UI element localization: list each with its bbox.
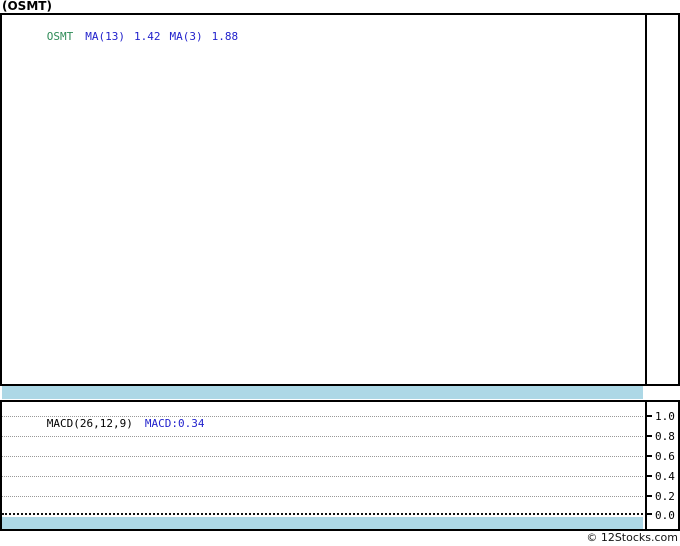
macd-axis-label: 0.6 [655,450,675,463]
macd-gridline-0.8 [2,436,643,437]
macd-date-axis-band [2,517,643,529]
macd-axis-tickmark [645,513,652,515]
macd-legend: MACD(26,12,9) MACD:0.34 [7,404,205,443]
macd-gridline-0.6 [2,456,643,457]
macd-axis-label: 0.0 [655,509,675,522]
macd-gridline-1.0 [2,416,643,417]
macd-axis-label: 0.4 [655,470,675,483]
ma3-value: 1.88 [211,30,239,43]
ma13-label: MA(13) [85,30,125,43]
copyright-text: © 12Stocks.com [586,531,678,544]
macd-gridline-0.4 [2,476,643,477]
price-axis-separator [645,15,647,384]
ma13-value: 1.42 [134,30,161,43]
price-chart-panel: OSMT MA(13) 1.42 MA(3) 1.88 [0,13,680,386]
macd-axis-label: 0.2 [655,490,675,503]
macd-legend-label: MACD(26,12,9) [46,417,133,430]
stock-chart-page: (OSMT) OSMT MA(13) 1.42 MA(3) 1.88 MACD(26,1… [0,0,680,546]
ticker-symbol: OSMT [46,30,74,43]
macd-axis-tickmark [645,495,652,497]
page-title: (OSMT) [2,0,52,13]
macd-axis-separator [645,402,647,529]
macd-axis-tickmark [645,435,652,437]
macd-axis-label: 1.0 [655,410,675,423]
macd-axis-label: 0.8 [655,430,675,443]
macd-axis-tickmark [645,455,652,457]
macd-axis-tickmark [645,415,652,417]
price-date-axis-band [2,386,643,399]
ma3-label: MA(3) [169,30,203,43]
macd-legend-value: MACD:0.34 [144,417,205,430]
macd-chart-panel: MACD(26,12,9) MACD:0.34 [0,400,680,531]
macd-gridline-0.2 [2,496,643,497]
macd-gridline-0.0-zero [2,513,643,515]
price-legend: OSMT MA(13) 1.42 MA(3) 1.88 [7,17,238,56]
macd-axis-tickmark [645,475,652,477]
